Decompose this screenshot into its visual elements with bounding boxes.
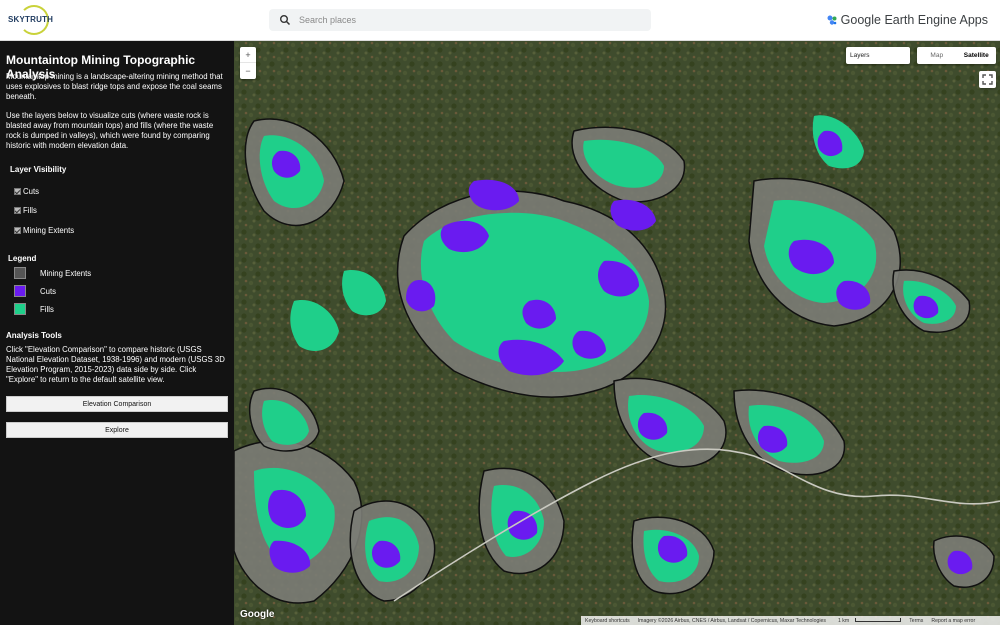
terms-link[interactable]: Terms	[905, 618, 927, 624]
legend-label: Cuts	[40, 286, 57, 296]
elevation-comparison-button[interactable]: Elevation Comparison	[6, 396, 228, 412]
earth-engine-icon	[827, 15, 837, 25]
legend-swatch-mining-extents	[14, 267, 26, 279]
gee-brand[interactable]: Google Earth Engine Apps	[826, 12, 988, 28]
layer-toggle-fills[interactable]: Fills	[14, 205, 37, 215]
app-header: SKYTRUTH Google Earth Engine Apps	[0, 0, 1000, 41]
skytruth-logo[interactable]: SKYTRUTH	[6, 3, 54, 37]
map-view[interactable]: + − Layers Map Satellite Google Keyboard…	[234, 41, 1000, 625]
legend-label: Fills	[40, 304, 54, 314]
sidebar-panel: Mountaintop Mining Topographic Analysis …	[0, 41, 234, 625]
layer-visibility-heading: Layer Visibility	[10, 165, 67, 174]
legend-label: Mining Extents	[40, 268, 92, 278]
keyboard-shortcuts-link[interactable]: Keyboard shortcuts	[581, 618, 634, 624]
layer-label-cuts: Cuts	[23, 186, 40, 196]
legend-item-cuts: Cuts	[14, 285, 56, 297]
explore-button[interactable]: Explore	[6, 422, 228, 438]
legend-item-mining-extents: Mining Extents	[14, 267, 91, 279]
scale-indicator[interactable]: 1 km	[830, 617, 905, 624]
google-logo: Google	[240, 609, 275, 620]
search-input[interactable]	[299, 9, 639, 31]
fullscreen-button[interactable]	[979, 71, 996, 88]
checkbox-mining-extents[interactable]	[14, 226, 21, 234]
satellite-imagery	[234, 41, 1000, 625]
analysis-tools-heading: Analysis Tools	[6, 331, 62, 340]
zoom-in-button[interactable]: +	[240, 47, 256, 63]
zoom-control[interactable]: + −	[240, 47, 256, 79]
report-map-error-link[interactable]: Report a map error	[927, 618, 979, 624]
map-type-control[interactable]: Map Satellite	[917, 47, 996, 64]
scale-bar	[855, 617, 902, 622]
intro-text: Mountaintop mining is a landscape-alteri…	[6, 72, 223, 101]
fullscreen-icon	[982, 74, 993, 85]
scale-label: 1 km	[837, 617, 850, 624]
analysis-tools-text: Click "Elevation Comparison" to compare …	[6, 345, 225, 384]
imagery-credit: Imagery ©2026 Airbus, CNES / Airbus, Lan…	[637, 617, 826, 624]
legend-heading: Legend	[8, 254, 37, 263]
checkbox-fills[interactable]	[14, 206, 21, 214]
map-type-satellite-button[interactable]: Satellite	[957, 47, 997, 64]
layer-toggle-mining-extents[interactable]: Mining Extents	[14, 225, 74, 235]
checkbox-cuts[interactable]	[14, 187, 21, 195]
zoom-out-button[interactable]: −	[240, 63, 256, 79]
layer-toggle-cuts[interactable]: Cuts	[14, 186, 39, 196]
instructions-text: Use the layers below to visualize cuts (…	[6, 111, 214, 150]
legend-swatch-fills	[14, 303, 26, 315]
search-icon	[280, 15, 291, 26]
attribution-bar: Keyboard shortcuts Imagery ©2026 Airbus,…	[581, 616, 1000, 625]
search-box[interactable]	[269, 9, 651, 31]
legend-swatch-cuts	[14, 285, 26, 297]
layer-label-fills: Fills	[23, 205, 37, 215]
logo-text: SKYTRUTH	[8, 15, 54, 24]
map-type-map-button[interactable]: Map	[917, 47, 957, 64]
legend-item-fills: Fills	[14, 303, 54, 315]
brand-text: Google Earth Engine Apps	[840, 13, 988, 27]
layer-label-mining-extents: Mining Extents	[23, 225, 75, 235]
layers-dropdown[interactable]: Layers	[846, 47, 910, 64]
